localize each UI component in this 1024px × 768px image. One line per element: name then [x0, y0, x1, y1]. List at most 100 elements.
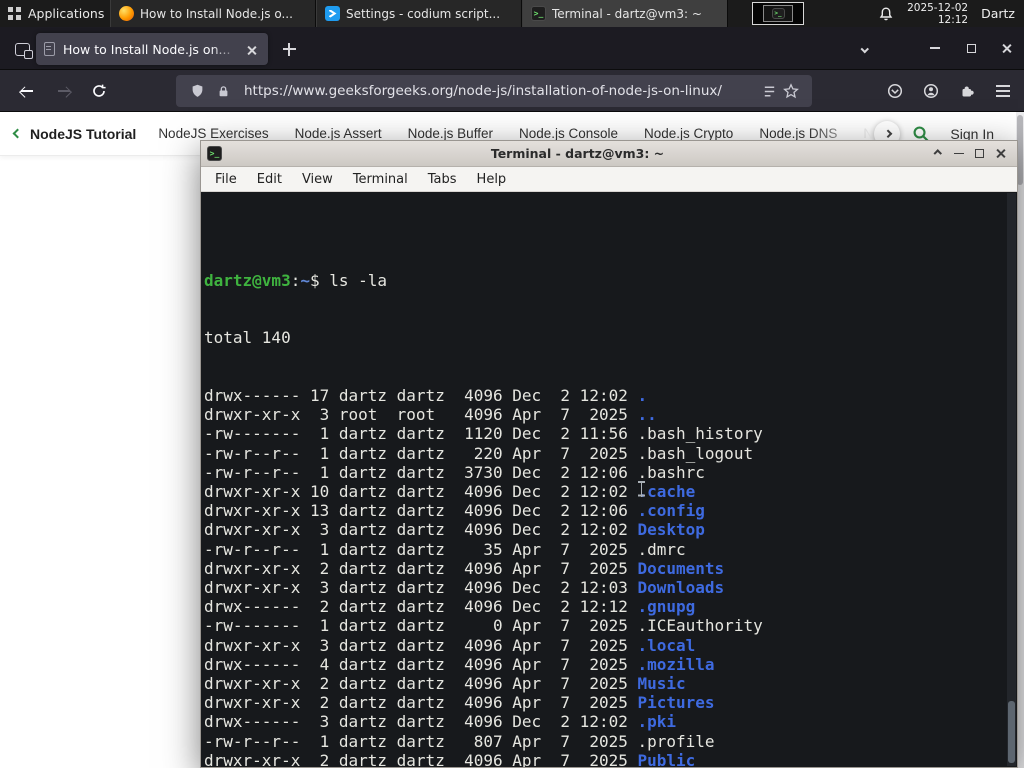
- applications-menu-button[interactable]: Applications: [0, 0, 114, 27]
- bookmark-star-icon[interactable]: [780, 80, 802, 102]
- list-all-tabs-button[interactable]: [852, 37, 878, 61]
- terminal-output-line: drwxr-xr-x 13 dartz dartz 4096 Dec 2 12:…: [204, 501, 1017, 520]
- site-nav-current[interactable]: NodeJS Tutorial: [30, 126, 136, 142]
- firefox-view-icon: [14, 42, 33, 59]
- toolbar-right-icons: [880, 76, 1018, 106]
- extensions-icon[interactable]: [952, 76, 982, 106]
- panel-clock[interactable]: 2025-12-02 12:12: [907, 2, 968, 26]
- terminal-menu-view[interactable]: View: [292, 172, 343, 187]
- prompt-command: ls -la: [329, 270, 388, 290]
- terminal-output-line: drwxr-xr-x 2 dartz dartz 4096 Apr 7 2025…: [204, 559, 1017, 578]
- browser-minimize-button[interactable]: [920, 33, 950, 63]
- file-meta: drwxr-xr-x 3 dartz dartz 4096 Apr 7 2025: [204, 635, 638, 655]
- minimize-icon: [930, 47, 940, 49]
- taskbar-item[interactable]: Terminal - dartz@vm3: ~: [522, 0, 728, 27]
- terminal-menubar: File Edit View Terminal Tabs Help: [201, 167, 1017, 192]
- browser-tab-active[interactable]: How to Install Node.js on...: [36, 33, 268, 65]
- terminal-output-line: drwx------ 17 dartz dartz 4096 Dec 2 12:…: [204, 386, 1017, 405]
- tracking-shield-icon[interactable]: [186, 80, 208, 102]
- tab-close-button[interactable]: [242, 40, 260, 58]
- prompt-sign: $: [309, 270, 320, 290]
- file-meta: -rw------- 1 dartz dartz 0 Apr 7 2025: [204, 616, 638, 636]
- site-nav-link[interactable]: Node.js DNS: [759, 126, 837, 141]
- system-tray: 2025-12-02 12:12 Dartz: [869, 0, 1024, 27]
- firefox-view-button[interactable]: [9, 38, 35, 60]
- taskbar-item[interactable]: Settings - codium script...: [316, 0, 522, 27]
- browser-tab-bar: How to Install Node.js on...: [0, 27, 1024, 70]
- terminal-output-line: -rw------- 1 dartz dartz 1120 Dec 2 11:5…: [204, 424, 1017, 443]
- account-icon[interactable]: [916, 76, 946, 106]
- terminal-output-line: drwx------ 2 dartz dartz 4096 Dec 2 12:1…: [204, 597, 1017, 616]
- terminal-menu-edit[interactable]: Edit: [247, 172, 292, 187]
- taskbar: How to Install Node.js o... Settings - co…: [110, 0, 728, 27]
- file-name: .bash_history: [637, 424, 763, 444]
- terminal-output-line: -rw-r--r-- 1 dartz dartz 35 Apr 7 2025 .…: [204, 540, 1017, 559]
- terminal-icon: [531, 6, 546, 21]
- file-name: .: [637, 386, 648, 406]
- terminal-scrollbar[interactable]: [1007, 193, 1016, 766]
- restore-icon: [966, 43, 976, 53]
- terminal-menu-tabs[interactable]: Tabs: [418, 172, 467, 187]
- terminal-menu-file[interactable]: File: [205, 172, 247, 187]
- firefox-icon: [119, 6, 134, 21]
- file-name: .pki: [637, 712, 677, 732]
- file-meta: drwxr-xr-x 10 dartz dartz 4096 Dec 2 12:…: [204, 482, 638, 502]
- site-nav-link[interactable]: Node: [863, 126, 872, 141]
- terminal-output-line: drwxr-xr-x 3 dartz dartz 4096 Dec 2 12:0…: [204, 578, 1017, 597]
- forward-button[interactable]: [48, 76, 78, 106]
- site-nav-link[interactable]: Node.js Crypto: [644, 126, 733, 141]
- site-nav-link[interactable]: Node.js Buffer: [408, 126, 493, 141]
- close-icon: [247, 45, 256, 54]
- taskbar-item[interactable]: How to Install Node.js o...: [110, 0, 316, 27]
- terminal-output-line: drwxr-xr-x 2 dartz dartz 4096 Apr 7 2025…: [204, 751, 1017, 767]
- nav-scroll-left-icon[interactable]: [12, 128, 23, 139]
- file-meta: -rw-r--r-- 1 dartz dartz 35 Apr 7 2025: [204, 539, 638, 559]
- session-user-menu[interactable]: Dartz: [981, 6, 1015, 21]
- browser-close-button[interactable]: [992, 33, 1022, 63]
- terminal-output-line: -rw-r--r-- 1 dartz dartz 807 Apr 7 2025 …: [204, 732, 1017, 751]
- prompt-user-host: dartz@vm3: [204, 270, 291, 290]
- site-nav-link[interactable]: Node.js Console: [519, 126, 618, 141]
- lock-icon[interactable]: [212, 80, 234, 102]
- terminal-output-line: drwxr-xr-x 10 dartz dartz 4096 Dec 2 12:…: [204, 482, 1017, 501]
- new-tab-button[interactable]: [276, 37, 302, 61]
- browser-restore-button[interactable]: [956, 33, 986, 63]
- terminal-screen[interactable]: dartz@vm3:~$ ls -la total 140 drwx------ …: [201, 193, 1017, 767]
- terminal-total-line: total 140: [204, 328, 291, 348]
- pocket-icon[interactable]: [880, 76, 910, 106]
- back-button[interactable]: [12, 76, 42, 106]
- file-name: .cache: [637, 482, 696, 502]
- terminal-titlebar[interactable]: Terminal - dartz@vm3: ~: [201, 141, 1017, 167]
- notifications-bell-icon[interactable]: [878, 6, 894, 22]
- terminal-shade-button[interactable]: [927, 144, 948, 164]
- terminal-maximize-button[interactable]: [969, 144, 990, 164]
- reload-button[interactable]: [84, 76, 114, 106]
- file-meta: drwxr-xr-x 2 dartz dartz 4096 Apr 7 2025: [204, 693, 638, 713]
- address-bar[interactable]: https://www.geeksforgeeks.org/node-js/in…: [176, 75, 812, 107]
- file-meta: drwxr-xr-x 2 dartz dartz 4096 Apr 7 2025: [204, 674, 638, 694]
- file-name: Documents: [637, 558, 725, 578]
- terminal-menu-terminal[interactable]: Terminal: [343, 172, 418, 187]
- file-meta: -rw-r--r-- 1 dartz dartz 807 Apr 7 2025: [204, 731, 638, 751]
- terminal-menu-help[interactable]: Help: [467, 172, 517, 187]
- terminal-output-line: -rw-r--r-- 1 dartz dartz 220 Apr 7 2025 …: [204, 444, 1017, 463]
- workspace-pager[interactable]: [752, 2, 804, 25]
- menu-hamburger-icon[interactable]: [988, 76, 1018, 106]
- file-name: .local: [637, 635, 696, 655]
- terminal-icon: [771, 8, 785, 19]
- terminal-scrollbar-thumb[interactable]: [1008, 701, 1015, 763]
- terminal-output-line: drwx------ 3 dartz dartz 4096 Dec 2 12:0…: [204, 712, 1017, 731]
- applications-icon: [8, 7, 21, 20]
- arrow-left-icon: [20, 84, 35, 99]
- url-text: https://www.geeksforgeeks.org/node-js/in…: [244, 83, 722, 99]
- reader-mode-icon[interactable]: [758, 80, 780, 102]
- file-meta: drwx------ 2 dartz dartz 4096 Dec 2 12:1…: [204, 597, 638, 617]
- terminal-close-button[interactable]: [990, 144, 1011, 164]
- file-name: .gnupg: [637, 597, 696, 617]
- site-nav-link[interactable]: NodeJS Exercises: [158, 126, 268, 141]
- file-name: .profile: [637, 731, 715, 751]
- tab-title: How to Install Node.js on...: [63, 41, 231, 57]
- file-meta: drwxr-xr-x 2 dartz dartz 4096 Apr 7 2025: [204, 750, 638, 767]
- site-nav-link[interactable]: Node.js Assert: [295, 126, 382, 141]
- terminal-minimize-button[interactable]: [948, 144, 969, 164]
